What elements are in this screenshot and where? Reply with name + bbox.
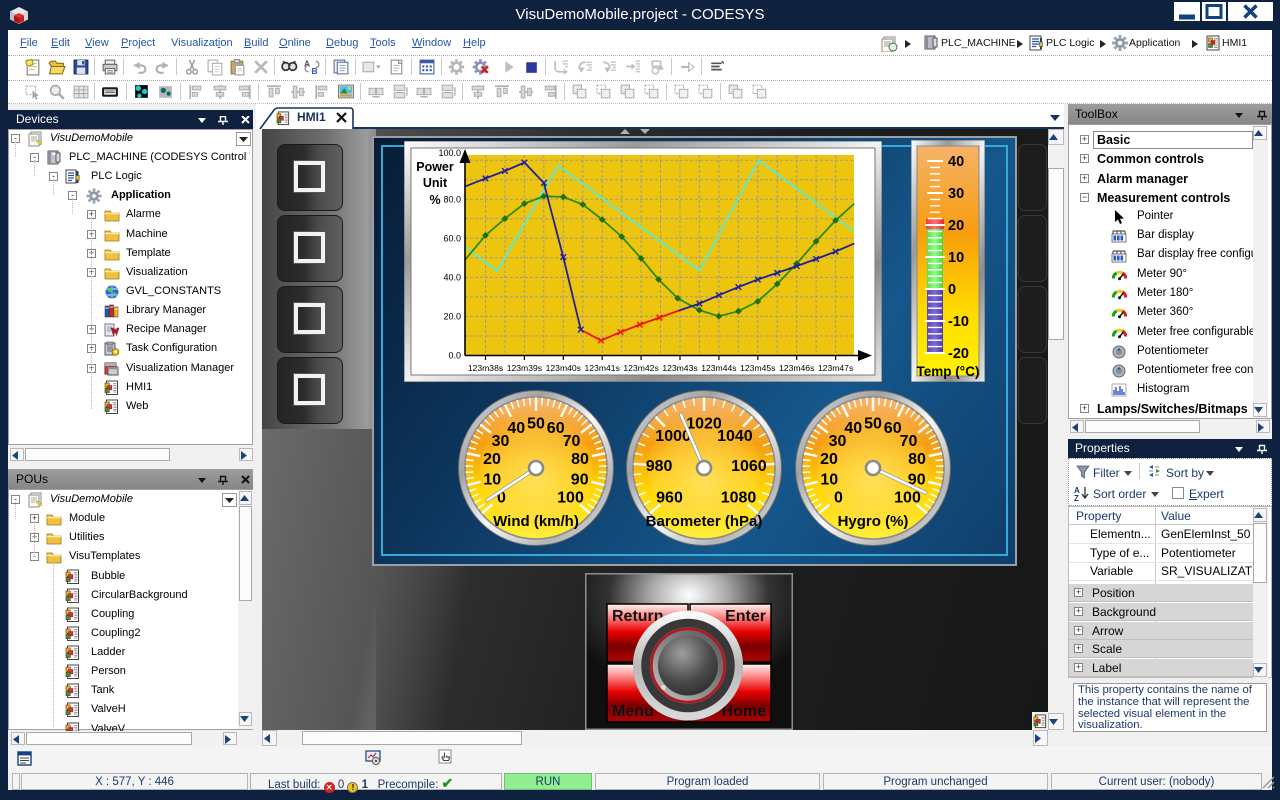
svg-text:40: 40 <box>844 420 862 437</box>
svg-text:40: 40 <box>507 420 525 437</box>
svg-text:123m39s: 123m39s <box>507 363 542 373</box>
svg-text:90: 90 <box>571 471 589 488</box>
svg-text:70: 70 <box>900 433 918 450</box>
svg-text:%: % <box>429 193 440 207</box>
svg-text:-10: -10 <box>948 314 969 330</box>
svg-text:123m46s: 123m46s <box>779 363 814 373</box>
svg-text:80: 80 <box>571 451 589 468</box>
svg-text:100: 100 <box>557 489 584 506</box>
svg-text:123m42s: 123m42s <box>623 363 658 373</box>
svg-text:123m45s: 123m45s <box>740 363 775 373</box>
svg-text:10: 10 <box>820 471 838 488</box>
svg-text:20: 20 <box>948 218 964 234</box>
svg-text:60.0: 60.0 <box>443 233 461 243</box>
svg-text:Unit: Unit <box>423 176 448 190</box>
svg-text:Temp (°C): Temp (°C) <box>917 364 980 379</box>
svg-text:100: 100 <box>894 489 921 506</box>
svg-text:50: 50 <box>864 416 882 433</box>
svg-text:Power: Power <box>416 160 454 174</box>
svg-text:Wind (km/h): Wind (km/h) <box>493 513 579 530</box>
svg-text:Enter: Enter <box>725 608 766 625</box>
svg-text:70: 70 <box>563 433 581 450</box>
svg-text:80.0: 80.0 <box>443 194 461 204</box>
svg-text:123m38s: 123m38s <box>468 363 503 373</box>
svg-text:10: 10 <box>483 471 501 488</box>
svg-text:960: 960 <box>656 489 683 506</box>
svg-text:30: 30 <box>948 186 964 202</box>
svg-text:20: 20 <box>820 451 838 468</box>
svg-text:100.0: 100.0 <box>438 148 461 158</box>
svg-text:80: 80 <box>908 451 926 468</box>
svg-text:0.0: 0.0 <box>448 351 461 361</box>
svg-text:20: 20 <box>483 451 501 468</box>
svg-text:0: 0 <box>948 282 956 298</box>
svg-text:0: 0 <box>834 489 843 506</box>
svg-text:20.0: 20.0 <box>443 311 461 321</box>
svg-text:Z: Z <box>1074 494 1079 501</box>
svg-text:1080: 1080 <box>721 489 757 506</box>
svg-text:Home: Home <box>722 703 767 720</box>
svg-text:Menu: Menu <box>612 703 654 720</box>
svg-text:Barometer (hPa): Barometer (hPa) <box>646 513 763 530</box>
svg-text:10: 10 <box>948 250 964 266</box>
svg-text:-20: -20 <box>948 346 969 362</box>
svg-text:Hygro (%): Hygro (%) <box>838 513 909 530</box>
svg-text:40.0: 40.0 <box>443 272 461 282</box>
svg-text:1060: 1060 <box>731 458 767 475</box>
svg-text:123m41s: 123m41s <box>585 363 620 373</box>
svg-text:40: 40 <box>948 154 964 170</box>
svg-text:980: 980 <box>646 458 673 475</box>
svg-text:123m43s: 123m43s <box>662 363 697 373</box>
svg-text:50: 50 <box>527 416 545 433</box>
svg-text:1040: 1040 <box>717 428 753 445</box>
svg-text:123m40s: 123m40s <box>546 363 581 373</box>
svg-text:123m44s: 123m44s <box>701 363 736 373</box>
svg-text:123m47s: 123m47s <box>818 363 853 373</box>
